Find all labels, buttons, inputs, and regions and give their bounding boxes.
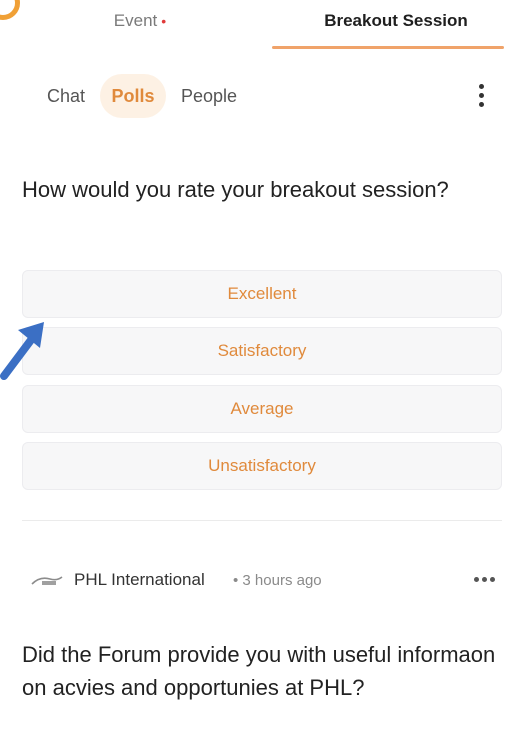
active-tab-indicator (272, 46, 504, 49)
tab-chat[interactable]: Chat (38, 74, 94, 118)
notification-dot: • (161, 13, 167, 29)
poll-option-excellent[interactable]: Excellent (22, 270, 502, 318)
horizontal-ellipsis-icon[interactable] (474, 577, 496, 583)
tab-polls[interactable]: Polls (100, 74, 166, 118)
poll-option-satisfactory[interactable]: Satisfactory (22, 327, 502, 375)
post-timestamp: • 3 hours ago (233, 572, 322, 589)
corner-badge-icon (0, 0, 20, 20)
poll-question: How would you rate your breakout session… (22, 177, 449, 202)
app-page: Event • Breakout Session Chat Polls Peopl… (0, 0, 513, 730)
vertical-ellipsis-icon[interactable] (470, 82, 492, 110)
top-tab-bar: Event • Breakout Session (0, 0, 513, 52)
sub-tab-bar: Chat Polls People (0, 74, 513, 118)
section-divider (22, 520, 502, 521)
tab-breakout-session[interactable]: Breakout Session (280, 8, 512, 34)
poll-option-unsatisfactory[interactable]: Unsatisfactory (22, 442, 502, 490)
phl-logo-icon (31, 576, 63, 585)
post-header: PHL International • 3 hours ago (22, 565, 502, 595)
tab-event[interactable]: Event • (60, 8, 220, 34)
pointer-arrow-icon (0, 322, 44, 380)
tab-breakout-label: Breakout Session (324, 11, 468, 30)
poll-option-average[interactable]: Average (22, 385, 502, 433)
post-question: Did the Forum provide you with useful in… (22, 642, 496, 700)
tab-people[interactable]: People (172, 74, 246, 118)
org-name[interactable]: PHL International (74, 568, 205, 592)
tab-event-label: Event (113, 11, 158, 30)
